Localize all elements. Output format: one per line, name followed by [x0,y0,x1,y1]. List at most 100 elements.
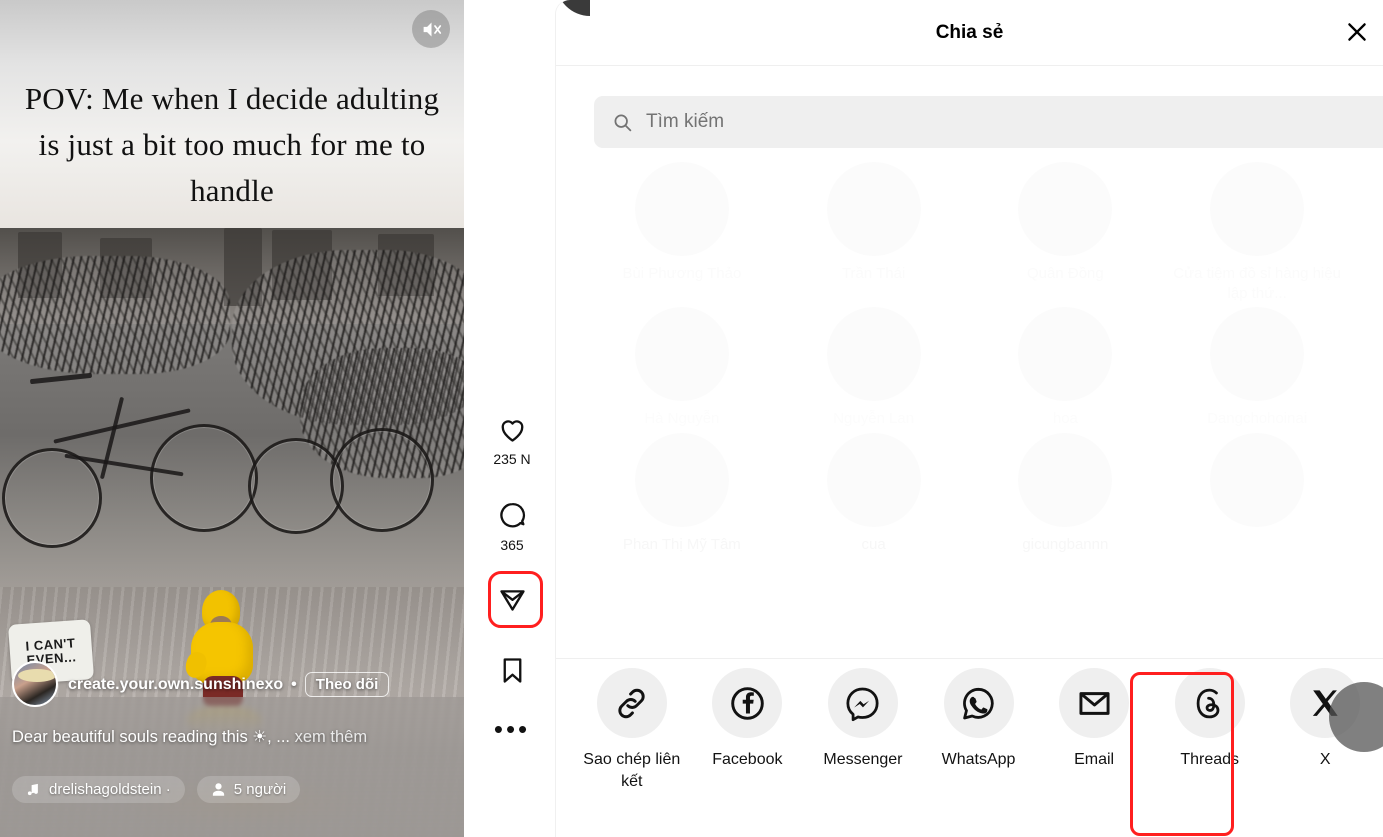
separator-dot: • [291,675,297,693]
bike-pile [0,256,230,374]
threads-icon-circle [1174,668,1245,738]
contact-avatar [826,162,921,256]
email-icon [1079,691,1110,715]
author-row: create.your.own.sunshinexo • Theo dõi [68,672,390,697]
facebook-icon-circle [712,668,783,738]
heart-icon [501,420,523,442]
share-target-whatsapp[interactable]: WhatsApp [921,668,1037,771]
video-bottom-overlay [0,697,464,837]
person-icon [212,783,224,796]
screen-root: POV: Me when I decide adulting is just a… [0,0,1383,837]
contact-avatar [1018,432,1113,527]
share-target-x[interactable]: X [1267,668,1383,771]
contact-avatar [1210,432,1305,527]
close-icon [1348,23,1366,41]
contact-item[interactable]: Bùi Phương Thảo [586,158,778,303]
speaker-muted-icon[interactable] [412,10,450,48]
share-dialog: Chia sẻ Tìm kiếm Bùi Phương Thảo Trần Th… [556,0,1383,837]
facebook-icon [731,686,764,720]
email-icon-circle [1059,668,1130,738]
comment-button[interactable]: 365 [464,500,560,553]
see-more-link[interactable]: xem thêm [295,728,367,746]
like-button[interactable]: 235 N [464,414,560,467]
contact-avatar [1210,307,1305,401]
audio-chip[interactable]: drelishagoldstein · [12,776,185,803]
comment-icon [499,502,525,528]
search-icon [614,114,632,131]
contacts-grid: Bùi Phương Thảo Trần Thái Quân Đồng Cửa … [556,150,1383,656]
contact-name: Quân Đồng [1027,265,1104,282]
contact-item[interactable]: Hà Nguyễn [586,303,778,429]
share-button-highlight [488,571,543,628]
contact-avatar [634,307,729,401]
link-icon-circle [596,668,667,738]
bicycle-frame [99,396,125,480]
dialog-title: Chia sẻ [935,21,1004,43]
share-target-copy-link[interactable]: Sao chép liên kết [574,668,690,792]
contacts-row: Phan Thị Mỹ Tâm cua gicungbannn [586,429,1353,555]
contact-avatar [1018,307,1113,401]
contact-name: Bùi Phương Thảo [622,265,742,282]
author-username[interactable]: create.your.own.sunshinexo [68,676,283,694]
people-label: 5 người [233,781,287,798]
contact-avatar [1018,162,1113,256]
ellipsis-icon: ••• [493,714,531,744]
contact-name: cua [861,535,886,553]
bicycle-wheel [150,424,258,532]
contact-avatar [634,432,729,527]
contact-item[interactable]: Dangchohoinai [1161,303,1353,429]
close-button[interactable] [1337,12,1377,52]
more-options-button[interactable]: ••• [464,714,560,744]
contact-item[interactable]: hoa [970,303,1162,429]
share-target-messenger[interactable]: Messenger [805,668,921,771]
share-target-threads[interactable]: Threads [1152,668,1268,771]
contacts-row: Hà Nguyễn Nguyễn Lan hoa Dangchohoinai [586,303,1353,429]
contact-item[interactable] [1161,429,1353,555]
next-target-peek[interactable] [1329,682,1383,752]
video-player-panel[interactable]: POV: Me when I decide adulting is just a… [0,0,464,837]
share-target-email[interactable]: Email [1036,668,1152,771]
video-caption: Dear beautiful souls reading this ☀, ...… [12,727,452,747]
contact-item[interactable]: Nguyễn Lan [778,303,970,429]
messenger-icon [846,687,879,721]
share-target-label: Sao chép liên kết [583,751,681,790]
contact-item[interactable]: Phan Thị Mỹ Tâm [586,429,778,555]
contact-avatar [826,432,921,527]
share-target-label: Threads [1180,751,1240,768]
contact-name: Phan Thị Mỹ Tâm [622,535,741,553]
contacts-row: Bùi Phương Thảo Trần Thái Quân Đồng Cửa … [586,158,1353,303]
comment-count: 365 [500,537,524,553]
search-placeholder: Tìm kiếm [646,111,725,132]
share-target-label: Email [1074,751,1115,768]
contact-avatar [634,162,729,256]
contact-item[interactable]: gicungbannn [970,429,1162,555]
bookmark-icon [503,658,521,683]
whatsapp-icon-circle [943,668,1014,738]
share-target-facebook[interactable]: Facebook [690,668,806,771]
threads-icon [1196,688,1220,718]
targets-divider [556,658,1383,659]
share-target-label: Messenger [823,751,903,768]
save-button[interactable] [464,655,560,686]
follow-button[interactable]: Theo dõi [304,672,390,697]
whatsapp-icon [963,687,994,719]
contact-name: gicungbannn [1022,535,1109,553]
contact-item[interactable]: Trần Thái [778,158,970,303]
contact-name: Nguyễn Lan [833,410,915,427]
contact-item[interactable]: cua [778,429,970,555]
contact-item[interactable]: Cửa tiệm đồ sỉ hàng hiệu lập thứ... [1161,158,1353,303]
link-icon [618,688,645,718]
contact-name: Trần Thái [841,265,906,282]
contact-item[interactable]: Quân Đồng [970,158,1162,303]
contact-name: hoa [1052,410,1078,427]
bicycle-wheel [2,448,102,548]
caption-text: Dear beautiful souls reading this ☀, ... [12,728,291,746]
share-targets-row: Sao chép liên kết Facebook Messenger Wha… [574,668,1383,833]
search-field-wrapper[interactable]: Tìm kiếm [594,96,1383,148]
search-input[interactable]: Tìm kiếm [594,96,1383,148]
author-avatar[interactable] [12,661,58,707]
messenger-icon-circle [827,668,898,738]
contact-avatar [826,307,921,401]
people-chip[interactable]: 5 người [196,776,301,803]
bicycle-wheel [330,428,434,532]
